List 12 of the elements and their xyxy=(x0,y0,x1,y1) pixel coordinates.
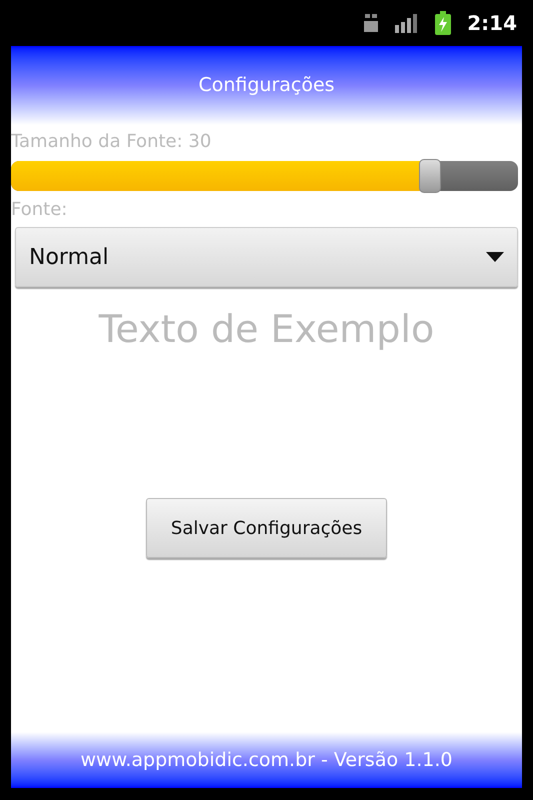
font-size-label: Tamanho da Fonte: 30 xyxy=(11,130,212,154)
save-button[interactable]: Salvar Configurações xyxy=(146,498,387,558)
battery-icon xyxy=(435,11,452,35)
signal-icon xyxy=(395,13,420,33)
data-icon xyxy=(363,14,380,32)
title-text: Configurações xyxy=(198,73,335,98)
font-dropdown[interactable]: Normal xyxy=(15,227,518,287)
font-label: Fonte: xyxy=(11,198,68,222)
footer-text: www.appmobidic.com.br - Versão 1.1.0 xyxy=(80,748,452,773)
sample-text: Texto de Exemplo xyxy=(98,306,434,353)
status-time: 2:14 xyxy=(467,10,517,37)
dropdown-arrow-icon xyxy=(486,252,504,262)
